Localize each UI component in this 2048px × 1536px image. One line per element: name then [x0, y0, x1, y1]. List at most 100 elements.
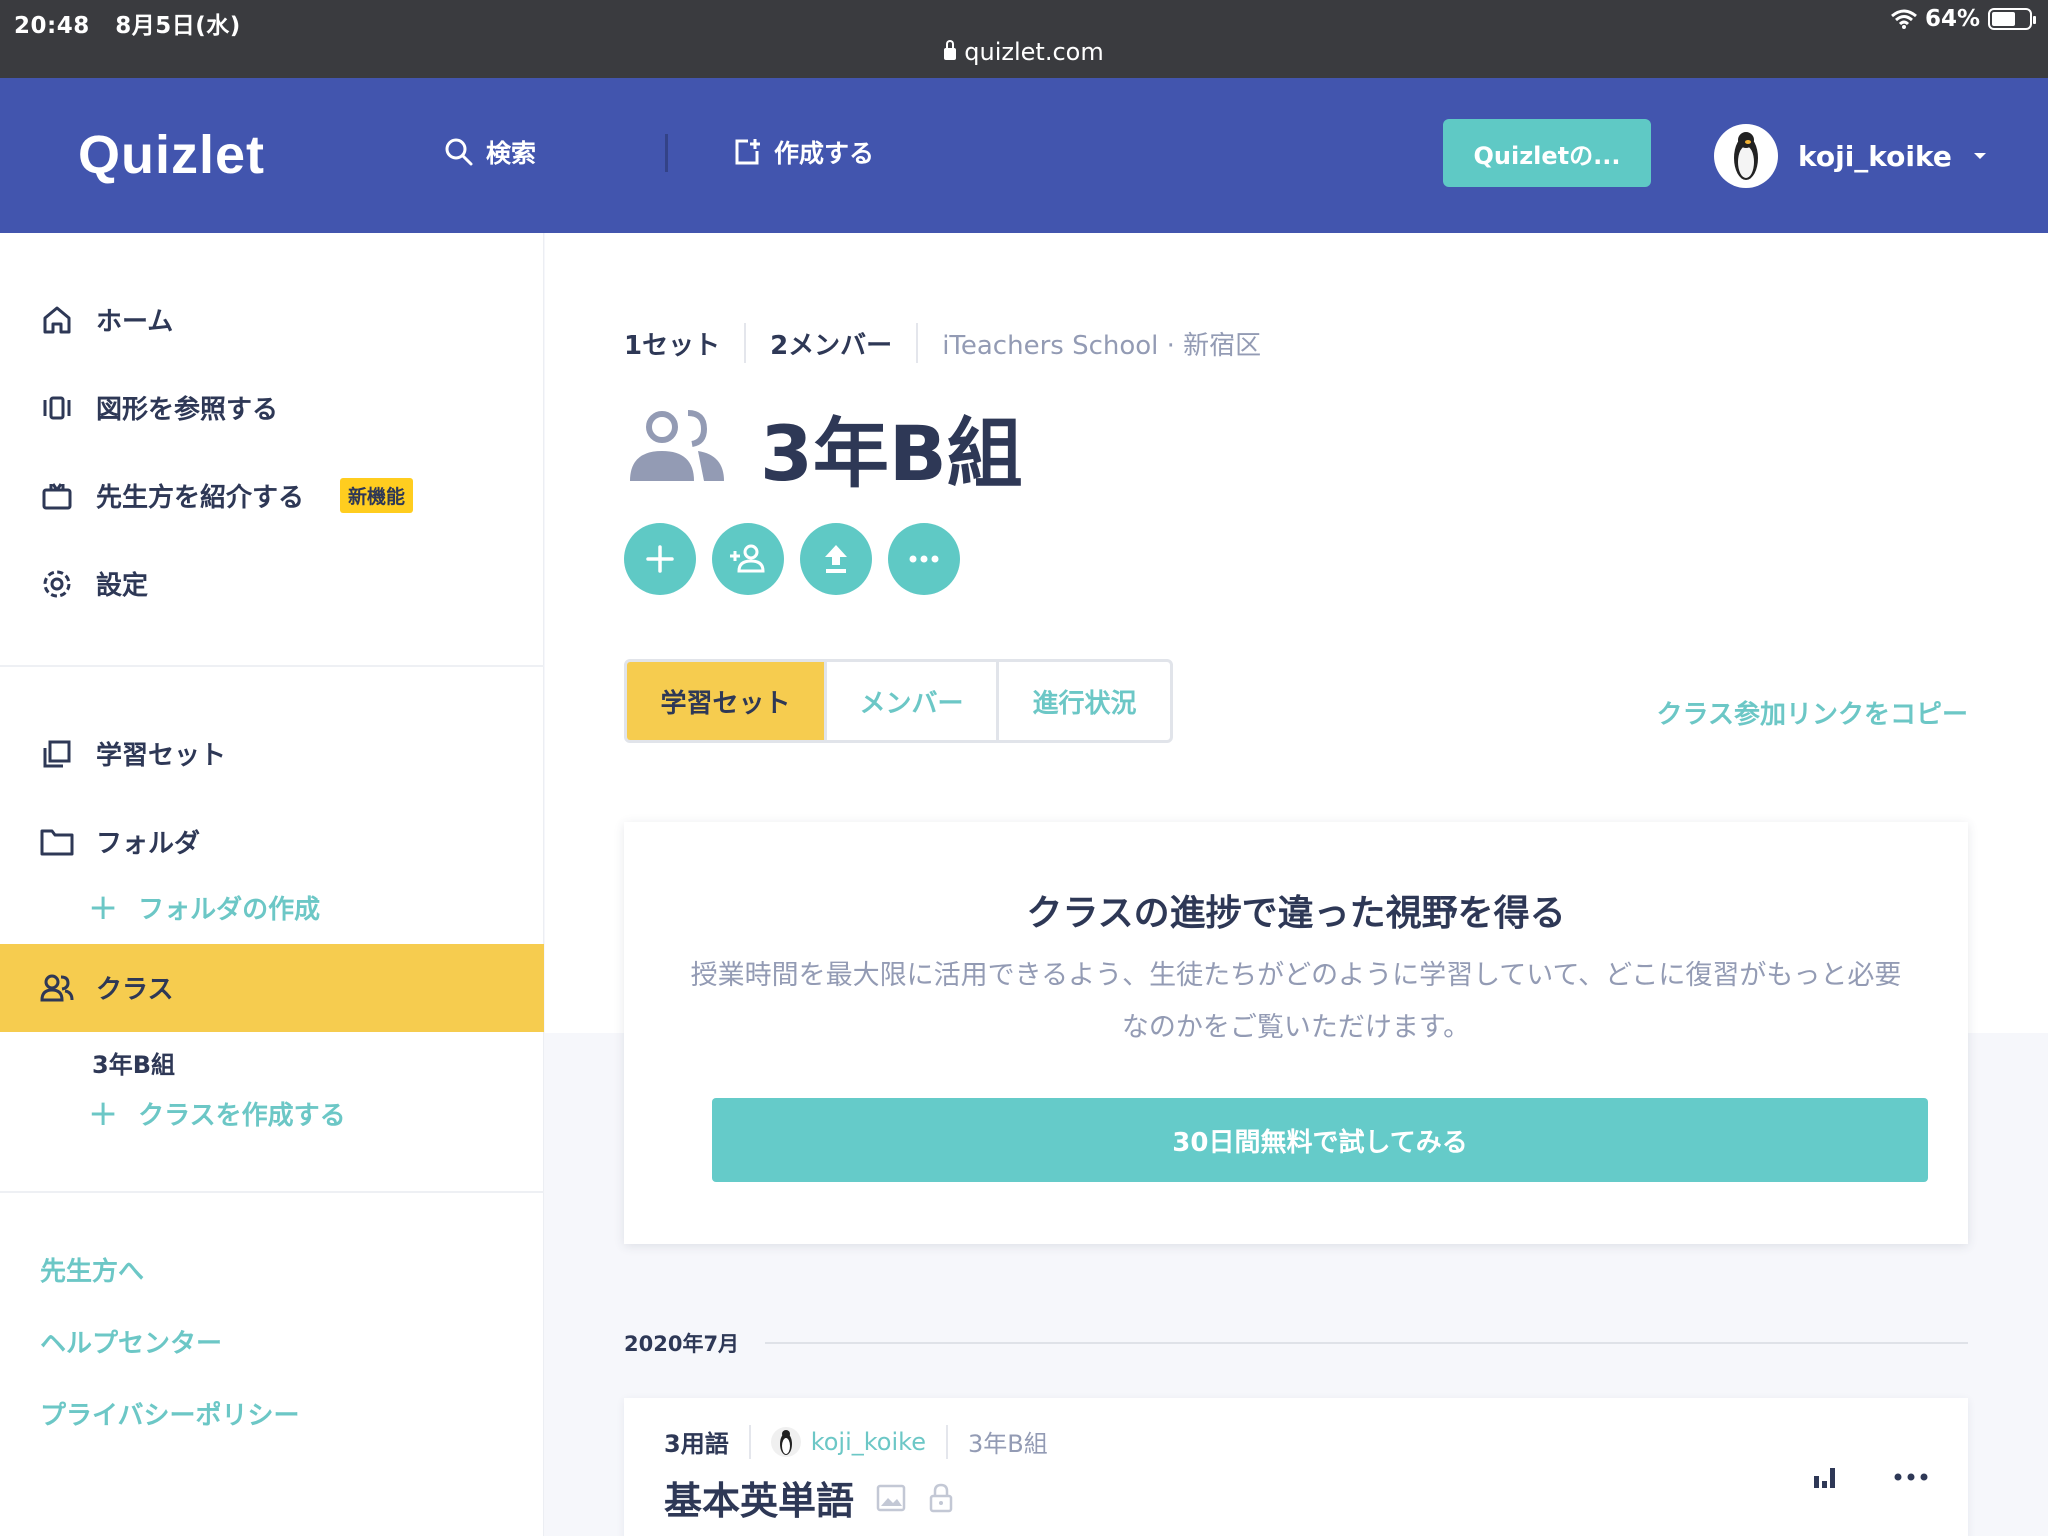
sidebar-item-refer[interactable]: 先生方を紹介する 新機能	[40, 477, 414, 514]
ios-status-bar: 20:48 8月5日(水) 64% quizlet.com	[0, 0, 2048, 78]
status-time: 20:48 8月5日(水)	[14, 6, 241, 40]
create-class-link[interactable]: + クラスを作成する	[88, 1095, 346, 1132]
promo-body: 授業時間を最大限に活用できるよう、生徒たちがどのように学習していて、どこに復習が…	[690, 960, 1902, 1043]
sidebar-item-folders[interactable]: フォルダ	[40, 823, 200, 860]
search-label: 検索	[486, 139, 537, 168]
header-divider	[665, 134, 668, 172]
sidebar: ホーム 図形を参照する 先生方を紹介する 新機能 設定 学習セット フォルダ +…	[0, 233, 544, 1536]
sidebar-item-home[interactable]: ホーム	[40, 301, 173, 338]
set-meta: 3用語 koji_koike 3年B組	[664, 1424, 1048, 1459]
footer-link-teachers[interactable]: 先生方へ	[40, 1251, 144, 1288]
more-options-button[interactable]	[888, 523, 960, 595]
set-class: 3年B組	[967, 1430, 1048, 1458]
sidebar-item-label: 先生方を紹介する	[96, 483, 305, 513]
chevron-down-icon	[1973, 153, 1986, 159]
footer-link-privacy[interactable]: プライバシーポリシー	[40, 1395, 299, 1432]
lock-icon	[944, 40, 957, 60]
sidebar-item-label: フォルダ	[96, 829, 201, 859]
add-user-icon	[730, 544, 765, 573]
home-icon	[40, 303, 74, 337]
promo-heading: クラスの進捗で違った視野を得る	[1026, 893, 1566, 934]
sidebar-item-browse[interactable]: 図形を参照する	[40, 389, 278, 426]
sidebar-class-3b[interactable]: 3年B組	[92, 1045, 175, 1080]
sidebar-item-label: ホーム	[96, 307, 174, 337]
plus-icon: +	[88, 886, 119, 928]
sidebar-item-label: 図形を参照する	[96, 395, 279, 425]
plus-icon: +	[88, 1092, 119, 1134]
create-button[interactable]: 作成する	[732, 134, 874, 170]
members-count: 2メンバー	[770, 330, 893, 361]
class-users-icon	[630, 410, 724, 481]
sidebar-divider	[0, 1191, 544, 1193]
new-feature-badge: 新機能	[340, 478, 414, 513]
set-terms-count: 3用語	[664, 1430, 729, 1458]
month-label: 2020年7月	[624, 1332, 740, 1356]
search-button[interactable]: 検索	[444, 134, 536, 170]
meta-separator	[748, 1424, 751, 1459]
class-item-label: 3年B組	[92, 1051, 175, 1079]
ellipsis-icon[interactable]	[1894, 1473, 1928, 1481]
progress-promo-card: クラスの進捗で違った視野を得る 授業時間を最大限に活用できるよう、生徒たちがどの…	[624, 822, 1968, 1244]
create-folder-link[interactable]: + フォルダの作成	[88, 889, 320, 926]
create-class-label: クラスを作成する	[138, 1101, 346, 1131]
create-folder-label: フォルダの作成	[138, 895, 321, 925]
image-icon	[876, 1484, 906, 1511]
copy-join-link[interactable]: クラス参加リンクをコピー	[1657, 694, 1968, 731]
quizlet-logo[interactable]: Quizlet	[78, 124, 265, 186]
add-set-button[interactable]	[624, 523, 696, 595]
free-trial-button[interactable]: 30日間無料で試してみる	[712, 1098, 1928, 1182]
sets-count: 1セット	[624, 330, 721, 361]
sidebar-item-settings[interactable]: 設定	[40, 565, 148, 602]
school-name[interactable]: iTeachers School · 新宿区	[942, 325, 1261, 362]
folder-icon	[40, 825, 74, 859]
month-heading: 2020年7月	[624, 1328, 1968, 1358]
create-label: 作成する	[774, 139, 875, 168]
ellipsis-icon	[909, 555, 939, 563]
status-date: 8月5日(水)	[115, 13, 241, 39]
username: koji_koike	[1798, 139, 1952, 173]
tab-study-sets[interactable]: 学習セット	[627, 662, 827, 740]
sidebar-item-classes[interactable]: クラス	[40, 969, 173, 1006]
tab-members[interactable]: メンバー	[827, 662, 999, 740]
tab-progress[interactable]: 進行状況	[999, 662, 1170, 740]
address-bar[interactable]: quizlet.com	[0, 38, 2048, 66]
sidebar-item-label: クラス	[96, 975, 174, 1005]
class-meta: 1セット 2メンバー iTeachers School · 新宿区	[624, 323, 1261, 363]
penguin-avatar-icon	[770, 1426, 801, 1457]
gift-icon	[40, 479, 74, 513]
battery-percent: 64%	[1924, 6, 1980, 32]
set-title-row: 基本英単語	[664, 1470, 954, 1525]
battery-fill	[1992, 12, 2016, 26]
meta-separator	[945, 1424, 948, 1459]
url-text: quizlet.com	[964, 38, 1104, 66]
avatar	[1714, 124, 1778, 188]
sidebar-item-study-sets[interactable]: 学習セット	[40, 735, 226, 772]
set-title[interactable]: 基本英単語	[664, 1470, 854, 1525]
cards-icon	[40, 391, 74, 425]
footer-link-help[interactable]: ヘルプセンター	[40, 1323, 222, 1360]
class-tabs: 学習セット メンバー 進行状況	[624, 659, 1173, 743]
meta-separator	[916, 323, 919, 363]
wifi-icon	[1890, 9, 1917, 29]
sidebar-item-label: 学習セット	[96, 741, 227, 771]
page-title: 3年B組	[624, 392, 1023, 502]
users-icon	[40, 971, 74, 1005]
set-author[interactable]: koji_koike	[811, 1428, 926, 1456]
search-icon	[445, 138, 473, 166]
clock-time: 20:48	[14, 13, 90, 39]
user-menu[interactable]: koji_koike	[1714, 124, 1988, 188]
add-member-button[interactable]	[712, 523, 784, 595]
upgrade-button[interactable]: Quizletの...	[1443, 119, 1651, 187]
month-divider	[765, 1342, 1968, 1344]
class-title: 3年B組	[760, 409, 1023, 498]
create-icon	[735, 139, 760, 165]
gear-icon	[40, 567, 74, 601]
app-header: Quizlet 検索 作成する Quizletの... koji_koike	[0, 78, 2048, 233]
status-right: 64%	[1890, 6, 2036, 32]
progress-chart-icon[interactable]	[1812, 1464, 1838, 1490]
sidebar-divider	[0, 665, 544, 667]
study-set-card[interactable]: 3用語 koji_koike 3年B組 基本英単語	[624, 1398, 1968, 1536]
plus-icon	[646, 545, 674, 573]
share-button[interactable]	[800, 523, 872, 595]
sidebar-item-label: 設定	[96, 571, 149, 601]
